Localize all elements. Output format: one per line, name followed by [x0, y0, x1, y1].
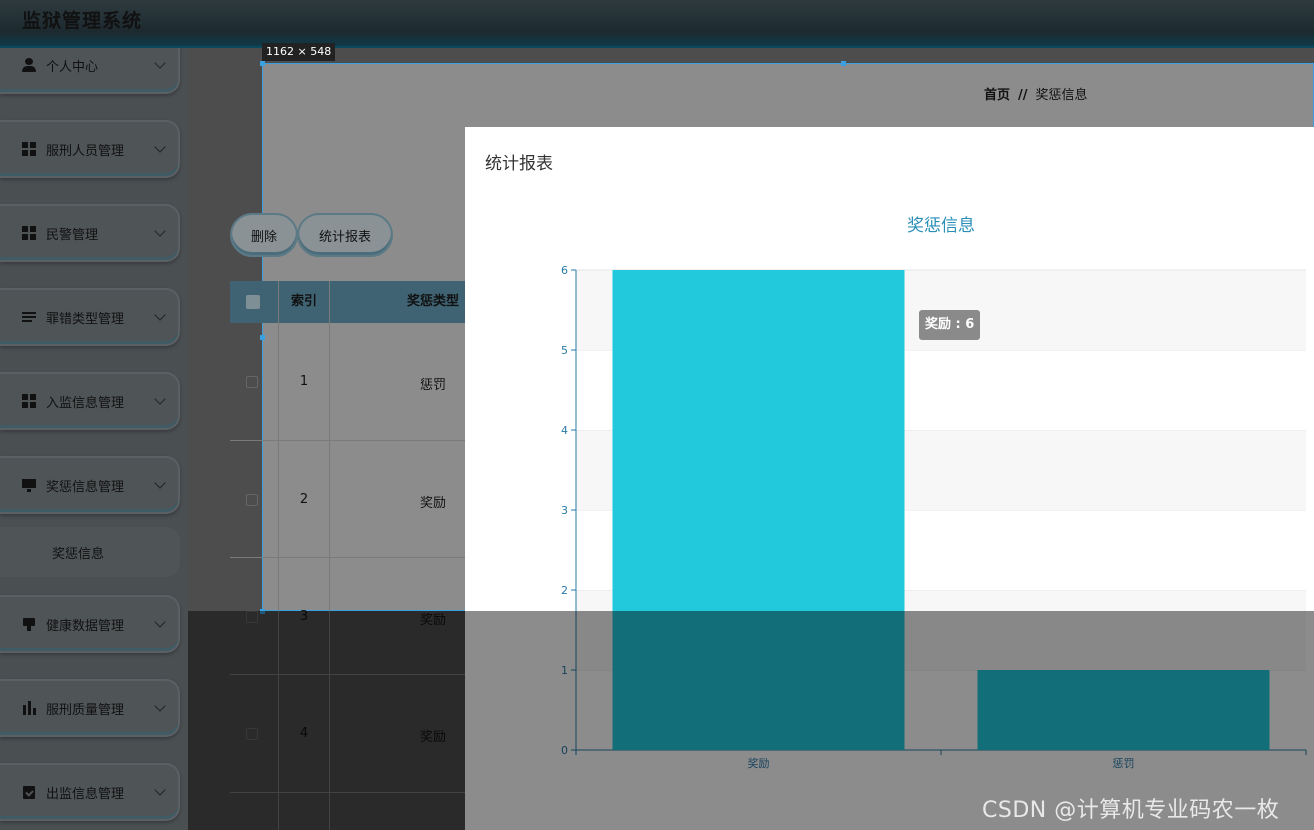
- breadcrumb-separator: //: [1018, 88, 1028, 103]
- sidebar: 个人中心 服刑人员管理 民警管理 罪错类型管理 入监信息管理 奖惩信息管理 奖惩…: [0, 48, 188, 830]
- cell-index: 1: [299, 374, 309, 389]
- monitor-icon: [22, 478, 36, 492]
- clipboard-check-icon: [22, 785, 36, 799]
- chevron-down-icon: [154, 57, 166, 69]
- row-checkbox[interactable]: [246, 494, 258, 506]
- sidebar-item-label: 健康数据管理: [46, 618, 125, 634]
- sidebar-item-health-data-management[interactable]: 健康数据管理: [0, 595, 180, 653]
- sidebar-item-label: 服刑质量管理: [46, 702, 125, 718]
- sidebar-item-label: 民警管理: [46, 227, 99, 243]
- grid-icon: [22, 226, 36, 240]
- bubble-icon: [22, 617, 36, 631]
- watermark: CSDN @计算机专业码农一枚: [982, 798, 1280, 823]
- chevron-down-icon: [154, 141, 166, 153]
- table-row[interactable]: 4 奖励: [230, 675, 466, 793]
- selection-handle[interactable]: [841, 61, 846, 66]
- sidebar-item-offense-type-management[interactable]: 罪错类型管理: [0, 288, 180, 346]
- chevron-down-icon: [154, 225, 166, 237]
- sidebar-item-label: 个人中心: [46, 59, 99, 75]
- chevron-down-icon: [154, 477, 166, 489]
- breadcrumb-home[interactable]: 首页: [984, 88, 1010, 103]
- y-tick-label: 6: [561, 264, 568, 277]
- table-header: 索引 奖惩类型: [230, 281, 466, 323]
- row-checkbox[interactable]: [246, 611, 258, 623]
- sidebar-item-reward-punishment-management[interactable]: 奖惩信息管理: [0, 456, 180, 514]
- app-title: 监狱管理系统: [22, 10, 143, 32]
- y-tick-label: 2: [561, 584, 568, 597]
- y-tick-label: 3: [561, 504, 568, 517]
- delete-button[interactable]: 删除: [230, 213, 298, 257]
- table-row[interactable]: 2 奖励: [230, 441, 466, 558]
- bar-reward: [612, 270, 905, 750]
- x-tick-label: 惩罚: [1113, 757, 1135, 770]
- x-tick-label: 奖励: [748, 756, 770, 770]
- chevron-down-icon: [154, 393, 166, 405]
- chevron-down-icon: [154, 616, 166, 628]
- grid-icon: [22, 142, 36, 156]
- sidebar-item-label: 奖惩信息管理: [46, 479, 125, 495]
- select-all-checkbox[interactable]: [246, 295, 260, 309]
- sidebar-item-label: 入监信息管理: [46, 395, 125, 411]
- row-checkbox[interactable]: [246, 376, 258, 388]
- cell-index: 4: [299, 726, 309, 741]
- stats-report-button[interactable]: 统计报表: [297, 213, 393, 257]
- cell-index: 3: [299, 609, 309, 624]
- selection-size-label: 1162 × 548: [262, 43, 336, 61]
- chevron-down-icon: [154, 309, 166, 321]
- selection-handle[interactable]: [260, 61, 265, 66]
- bar-punishment: [977, 670, 1270, 750]
- chevron-down-icon: [154, 700, 166, 712]
- y-tick-label: 4: [561, 424, 568, 437]
- bar-chart-icon: [22, 701, 36, 715]
- list-icon: [22, 310, 36, 324]
- y-tick-label: 1: [561, 664, 568, 677]
- sidebar-item-police-management[interactable]: 民警管理: [0, 204, 180, 262]
- stats-report-modal: 统计报表 奖惩信息 0 1 2 3 4 5 6 奖励 惩罚: [465, 127, 1314, 830]
- y-tick-label: 5: [561, 344, 568, 357]
- sidebar-item-sentence-quality-management[interactable]: 服刑质量管理: [0, 679, 180, 737]
- sidebar-item-label: 罪错类型管理: [46, 311, 125, 327]
- chevron-down-icon: [154, 784, 166, 796]
- bar-chart: 0 1 2 3 4 5 6 奖励 惩罚: [561, 264, 1307, 770]
- user-icon: [22, 58, 36, 72]
- breadcrumb-current: 奖惩信息: [1035, 88, 1088, 103]
- row-checkbox[interactable]: [246, 728, 258, 740]
- sidebar-item-inmate-management[interactable]: 服刑人员管理: [0, 120, 180, 178]
- table-row[interactable]: 3 奖励: [230, 558, 466, 675]
- grid-icon: [22, 394, 36, 408]
- sidebar-subitem-reward-punishment-info[interactable]: 奖惩信息: [0, 527, 180, 577]
- sidebar-item-release-management[interactable]: 出监信息管理: [0, 763, 180, 821]
- table-row[interactable]: 1 惩罚: [230, 323, 466, 441]
- sidebar-item-admission-management[interactable]: 入监信息管理: [0, 372, 180, 430]
- breadcrumb: 首页 // 奖惩信息: [984, 84, 1088, 103]
- chart-tooltip: 奖励 : 6: [919, 310, 981, 340]
- sidebar-item-label: 出监信息管理: [46, 786, 125, 802]
- sidebar-item-personal-center[interactable]: 个人中心: [0, 48, 180, 94]
- top-header: 监狱管理系统: [0, 0, 1314, 48]
- column-header-index: 索引: [290, 294, 317, 309]
- cell-index: 2: [299, 492, 309, 507]
- y-tick-label: 0: [561, 744, 568, 757]
- sidebar-item-label: 服刑人员管理: [46, 143, 125, 159]
